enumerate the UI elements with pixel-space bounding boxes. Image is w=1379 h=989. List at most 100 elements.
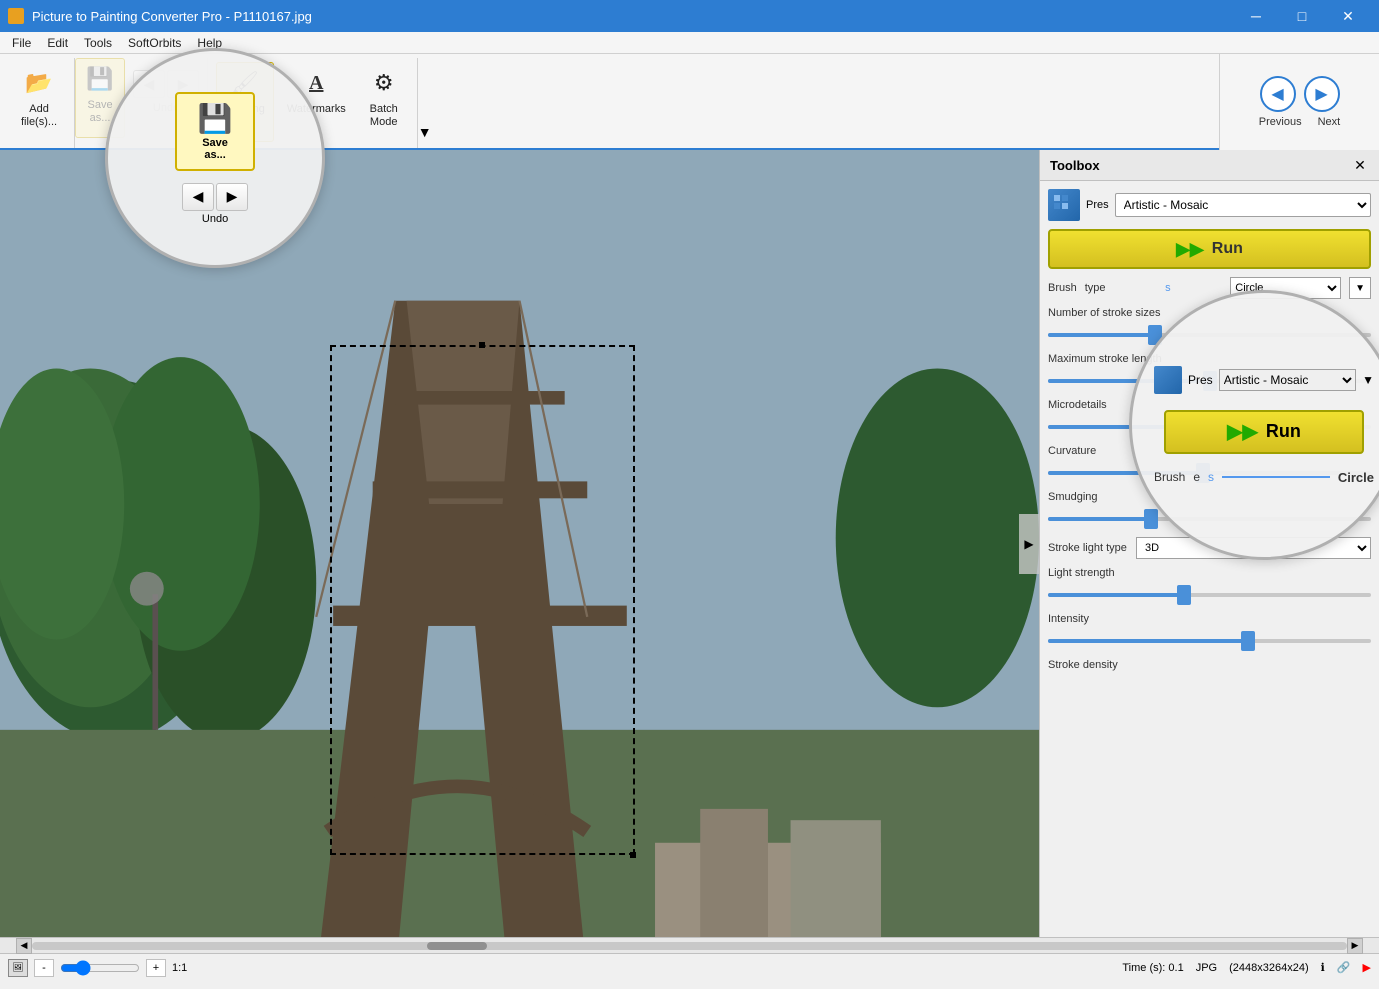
more-options: ▼ [418,58,432,148]
status-right: Time (s): 0.1 JPG (2448x3264x24) ℹ 🔗 ▶ [1122,961,1371,974]
intensity-fill [1048,639,1248,643]
menu-file[interactable]: File [4,32,39,54]
status-left: 🖼 - + 1:1 [8,959,187,977]
preset-icon [1048,189,1080,221]
batch-mode-label: BatchMode [370,103,398,129]
run-arrow-icon: ▶▶ [1176,239,1204,260]
zoom-slider[interactable] [60,961,140,975]
canvas-image-svg [0,150,1039,937]
file-group: 📂 Addfile(s)... [4,58,75,148]
smudging-thumb[interactable] [1144,509,1158,529]
circle-run-button[interactable]: ▶▶ Run [1164,410,1364,454]
smudging-fill [1048,517,1151,521]
selection-handle-bottom-right[interactable] [630,852,636,858]
circle-preset-select[interactable]: Artistic - Mosaic [1219,369,1356,391]
title-bar: Picture to Painting Converter Pro - P111… [0,0,1379,32]
stroke-sizes-fill [1048,333,1155,337]
undo-redo-group: ◀ ▶ Undo [182,183,248,225]
minimize-button[interactable]: ─ [1233,0,1279,32]
light-strength-fill [1048,593,1184,597]
add-files-button[interactable]: 📂 Addfile(s)... [12,62,66,142]
intensity-track [1048,639,1371,643]
ribbon: 📂 Addfile(s)... 💾 Saveas... ◀ ▶ Undo [0,54,1379,150]
batch-mode-button[interactable]: ⚙ BatchMode [359,62,409,142]
circle-stroke-hint: s [1208,470,1214,484]
maximize-button[interactable]: □ [1279,0,1325,32]
menu-tools[interactable]: Tools [76,32,120,54]
intensity-label: Intensity [1048,613,1371,625]
menu-softorbits[interactable]: SoftOrbits [120,32,189,54]
scroll-track [32,942,1347,950]
selection-handle-top-center[interactable] [479,342,485,348]
preset-label: Pres [1086,199,1109,211]
info-icon[interactable]: ℹ [1321,961,1325,974]
circle-run-label: Run [1266,421,1301,442]
intensity-slider-container [1048,631,1371,651]
toolbox-close-button[interactable]: ✕ [1351,156,1369,174]
ribbon-zoom-circle: 💾 Saveas... ◀ ▶ Undo [105,48,325,268]
next-label: Next [1318,116,1341,128]
forward-button[interactable]: ▶ [216,183,248,211]
preset-row: Pres Artistic - MosaicWatercolorOil Pain… [1048,189,1371,221]
more-options-button[interactable]: ▼ [418,124,432,140]
light-strength-thumb[interactable] [1177,585,1191,605]
preset-select[interactable]: Artistic - MosaicWatercolorOil PaintingP… [1115,193,1371,217]
zoom-out-button[interactable]: - [34,959,54,977]
navigation-area: ◀ ▶ Previous Next [1219,54,1379,150]
nav-buttons: ◀ ▶ [1260,76,1340,112]
previous-button[interactable]: ◀ [1260,76,1296,112]
undo-group: ◀ ▶ Undo [182,183,248,225]
circle-dropdown-arrow: ▼ [1362,373,1374,387]
toolbox-panel: Toolbox ✕ Pres Artistic - MosaicWatercol… [1039,150,1379,937]
horizontal-scrollbar: ◀ ▶ [0,937,1379,953]
save-icon-large: 💾 [198,102,233,135]
circle-preset-row: Pres Artistic - Mosaic ▼ [1154,366,1374,394]
save-as-label-large: Saveas... [202,137,228,161]
scroll-right-button[interactable]: ▶ [1019,514,1039,574]
stroke-type-hint: s [1114,282,1223,294]
run-label: Run [1212,240,1243,258]
next-button[interactable]: ▶ [1304,76,1340,112]
canvas-area[interactable]: ▶ [0,150,1039,937]
app-icon [8,8,24,24]
circle-run-icon: ▶▶ [1227,419,1258,444]
zoom-in-button[interactable]: + [146,959,166,977]
nav-labels: Previous Next [1259,116,1340,128]
scroll-right-btn[interactable]: ▶ [1347,938,1363,954]
undo-row: ◀ ▶ [182,183,248,211]
scroll-thumb[interactable] [427,942,487,950]
toolbox-content: Pres Artistic - MosaicWatercolorOil Pain… [1040,181,1379,937]
preset-icon-svg [1052,193,1076,217]
time-label: Time (s): 0.1 [1122,962,1183,974]
format-label: JPG [1196,962,1217,974]
stroke-light-type-label: Stroke light type [1048,542,1128,554]
menu-edit[interactable]: Edit [39,32,76,54]
light-strength-label: Light strength [1048,567,1371,579]
share-icon[interactable]: 🔗 [1337,961,1351,974]
stroke-type-label: type [1085,282,1106,294]
circle-stroke-line [1222,476,1330,478]
toolbox-header: Toolbox ✕ [1040,150,1379,181]
previous-label: Previous [1259,116,1302,128]
circle-stroke-value: Circle [1338,470,1374,485]
undo-label: Undo [202,213,228,225]
intensity-thumb[interactable] [1241,631,1255,651]
stroke-density-section: Stroke density [1048,659,1371,671]
main-content: ▶ Toolbox ✕ Pres Artistic - M [0,150,1379,937]
zoom-level-label: 1:1 [172,962,187,974]
circle-brush-label: Brush [1154,470,1185,484]
title-bar-title: Picture to Painting Converter Pro - P111… [32,9,312,24]
close-button[interactable]: ✕ [1325,0,1371,32]
save-as-button-large[interactable]: 💾 Saveas... [175,92,255,171]
save-as-icon: 💾 [84,63,116,95]
title-bar-controls: ─ □ ✕ [1233,0,1371,32]
brush-expand-button[interactable]: ▼ [1349,277,1371,299]
back-button[interactable]: ◀ [182,183,214,211]
scroll-left-button[interactable]: ◀ [16,938,32,954]
run-button[interactable]: ▶▶ Run [1048,229,1371,269]
add-files-label: Addfile(s)... [21,103,57,129]
brush-row: Brush type s CircleSquareOval ▼ [1048,277,1371,299]
circle-preset-icon [1154,366,1182,394]
social-icon[interactable]: ▶ [1363,961,1371,974]
stroke-density-label: Stroke density [1048,659,1371,671]
